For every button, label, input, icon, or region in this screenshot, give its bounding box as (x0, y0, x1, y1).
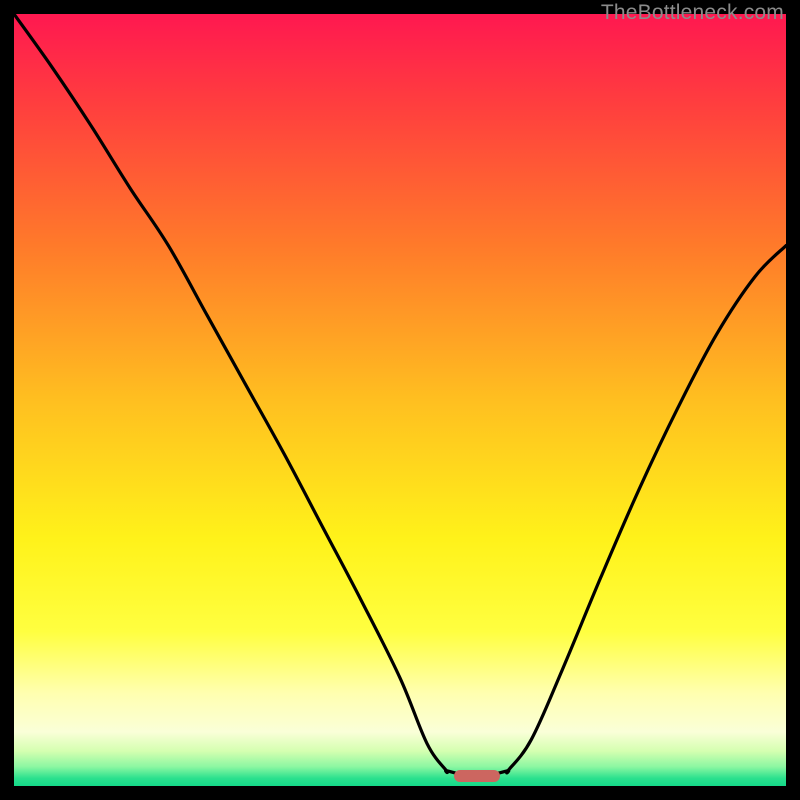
bottleneck-chart (14, 14, 786, 786)
gradient-background (14, 14, 786, 786)
plot-frame (14, 14, 786, 786)
optimal-marker (454, 770, 500, 782)
watermark-text: TheBottleneck.com (601, 1, 784, 25)
